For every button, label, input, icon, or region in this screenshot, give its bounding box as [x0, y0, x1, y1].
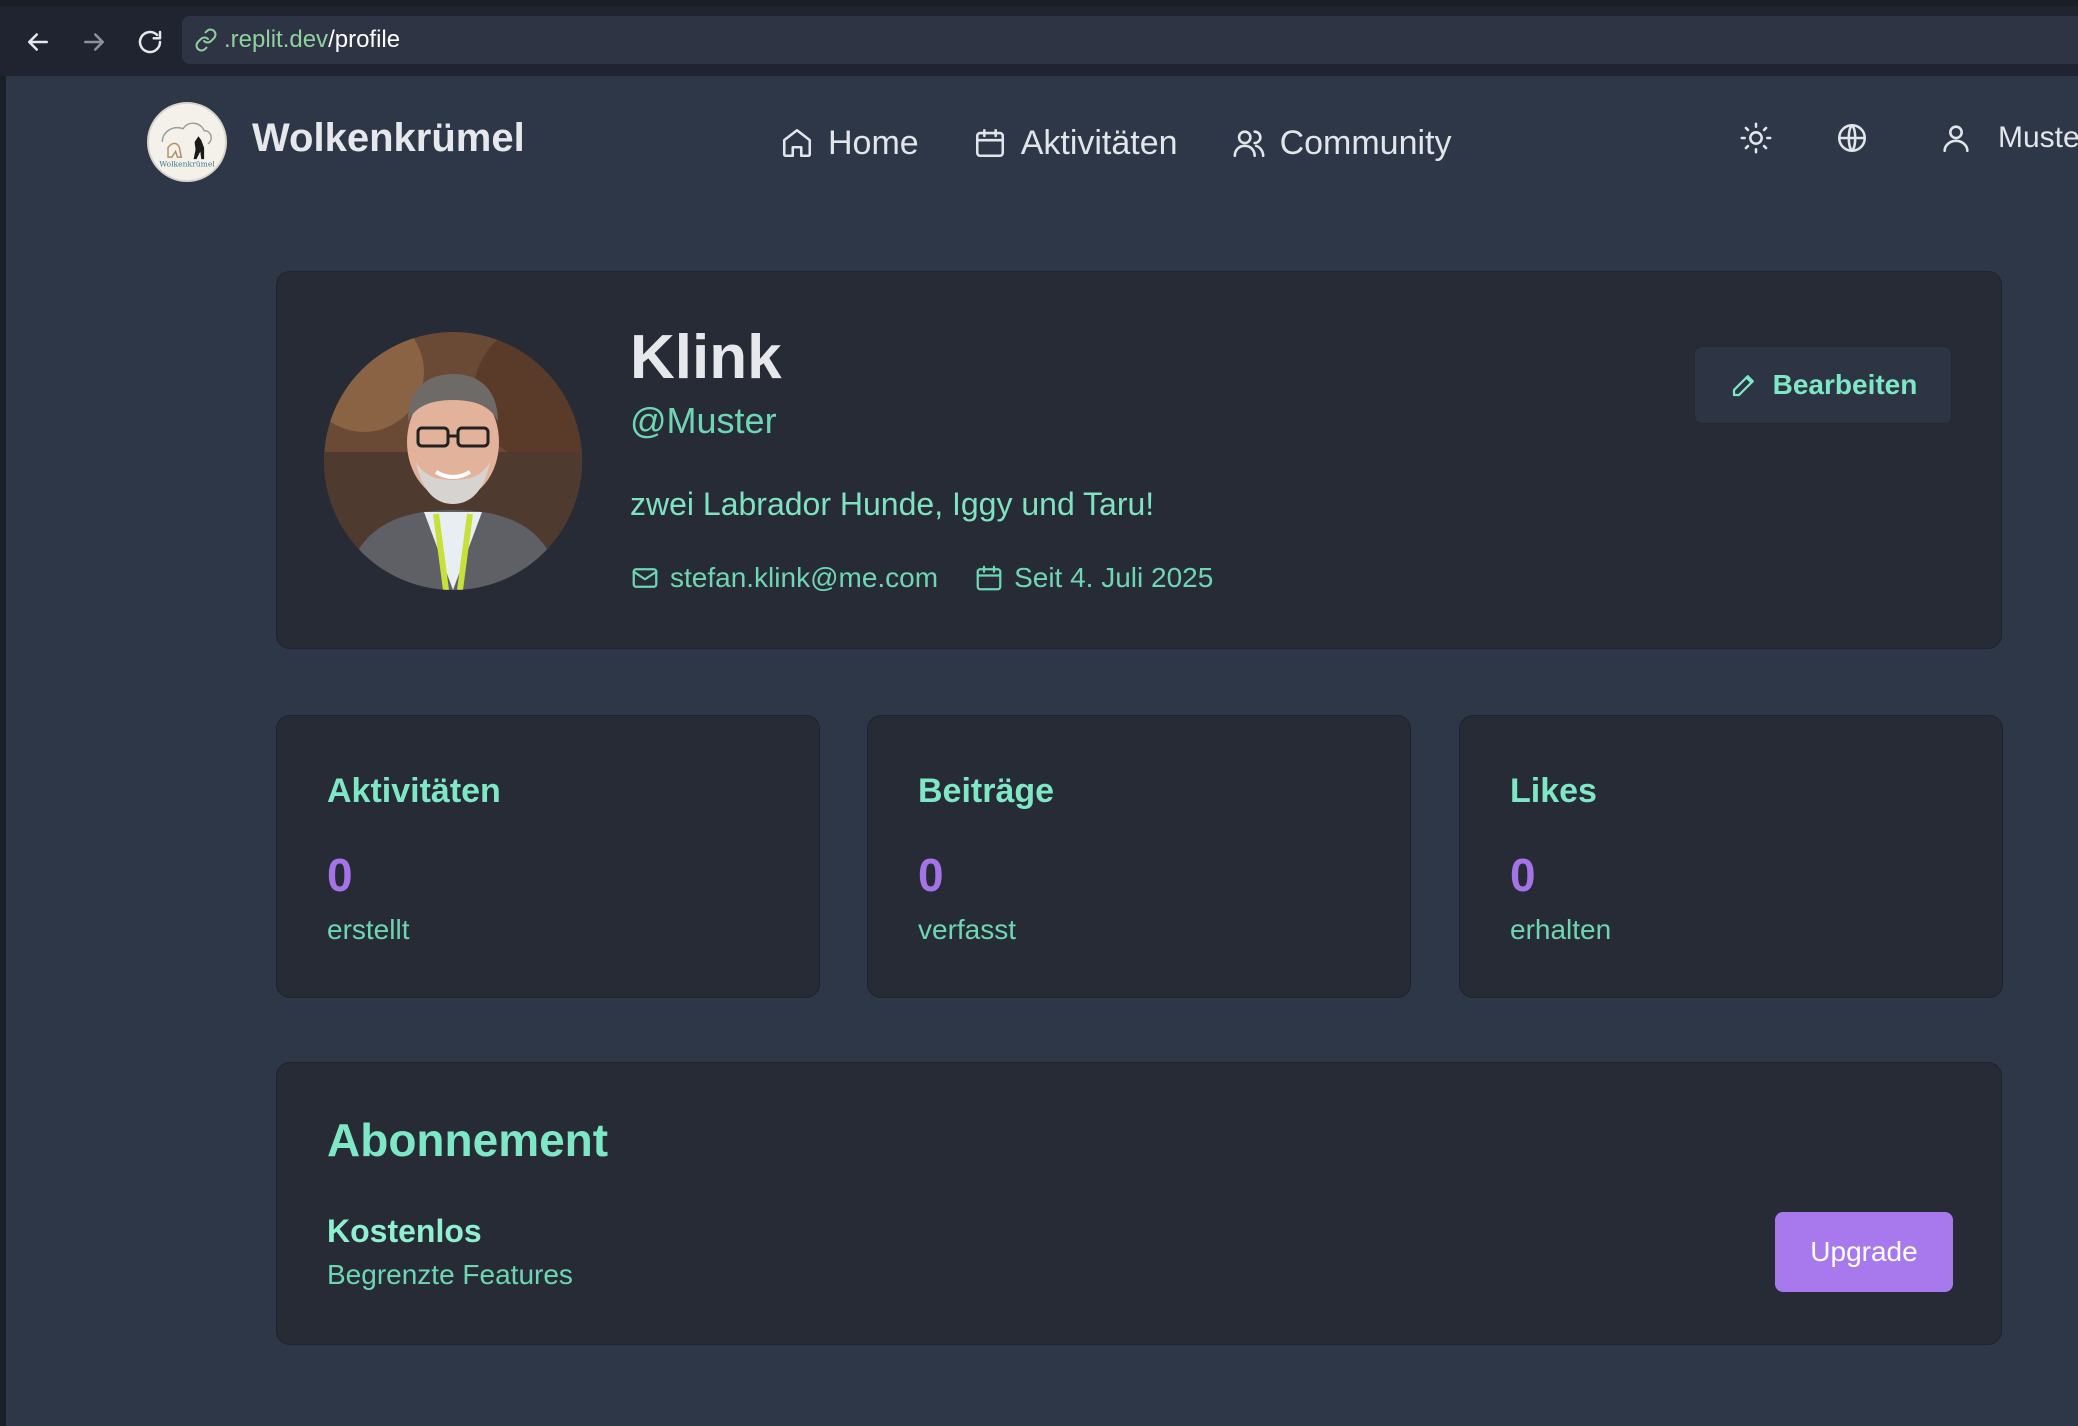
nav-item-community[interactable]: Community — [1232, 124, 1452, 163]
forward-icon[interactable] — [74, 22, 114, 62]
stat-title: Beiträge — [918, 772, 1055, 810]
reload-icon[interactable] — [130, 22, 170, 62]
profile-bio: zwei Labrador Hunde, Iggy und Taru! — [630, 486, 1155, 522]
nav-item-label: Community — [1279, 123, 1452, 162]
profile-email[interactable]: stefan.klink@me.com — [630, 562, 938, 594]
upgrade-button[interactable]: Upgrade — [1775, 1212, 1953, 1292]
browser-tab-strip — [0, 0, 2078, 6]
stat-card-likes: Likes 0 erhalten — [1459, 715, 2003, 998]
nav-item-label: Home — [828, 123, 919, 162]
url-path: /profile — [328, 26, 401, 53]
stat-title: Aktivitäten — [327, 772, 501, 810]
nav-item-home[interactable]: Home — [780, 124, 919, 163]
plan-name: Kostenlos — [327, 1213, 482, 1249]
subscription-card: Abonnement Kostenlos Begrenzte Features … — [276, 1062, 2002, 1345]
stat-card-beitraege: Beiträge 0 verfasst — [867, 715, 1411, 998]
calendar-icon — [976, 565, 1002, 591]
stat-value: 0 — [918, 849, 944, 901]
address-bar[interactable]: .replit.dev/profile — [182, 16, 2078, 64]
theme-toggle-sun-icon[interactable] — [1738, 120, 1774, 156]
stat-value: 0 — [1510, 849, 1536, 901]
browser-toolbar: .replit.dev/profile — [0, 0, 2078, 76]
stat-subtitle: erstellt — [327, 914, 410, 945]
email-text: stefan.klink@me.com — [670, 562, 939, 593]
stat-title: Likes — [1510, 772, 1597, 810]
logo-image: Wolkenkrümel — [149, 104, 225, 180]
subscription-title: Abonnement — [327, 1114, 609, 1166]
user-menu-label[interactable]: Muste — [1998, 121, 2078, 155]
stat-value: 0 — [327, 849, 353, 901]
link-icon — [194, 28, 218, 52]
language-globe-icon[interactable] — [1834, 120, 1870, 156]
stat-subtitle: verfasst — [918, 914, 1017, 945]
nav-item-aktivitaeten[interactable]: Aktivitäten — [973, 124, 1178, 163]
profile-join-date: Seit 4. Juli 2025 — [974, 562, 1213, 594]
edit-profile-button[interactable]: Bearbeiten — [1694, 346, 1952, 424]
stat-card-aktivitaeten: Aktivitäten 0 erstellt — [276, 715, 820, 998]
back-icon[interactable] — [18, 22, 58, 62]
mail-icon — [632, 568, 658, 588]
brand-logo[interactable]: Wolkenkrümel — [147, 102, 227, 182]
stat-subtitle: erhalten — [1510, 914, 1612, 945]
pencil-icon — [1732, 375, 1754, 397]
join-date-text: Seit 4. Juli 2025 — [1014, 562, 1214, 593]
main-navigation: Home Aktivitäten Community — [780, 118, 1506, 168]
users-icon — [1233, 130, 1265, 158]
profile-meta: stefan.klink@me.com Seit 4. Juli 2025 — [630, 562, 1249, 594]
user-icon[interactable] — [1938, 120, 1974, 156]
profile-handle: @Muster — [630, 400, 777, 441]
header-actions: Muste — [1738, 120, 2078, 156]
profile-avatar — [324, 332, 582, 590]
home-icon — [782, 128, 812, 158]
logo-text: Wolkenkrümel — [159, 160, 215, 169]
profile-name: Klink — [630, 323, 782, 392]
calendar-icon — [975, 128, 1004, 158]
plan-description: Begrenzte Features — [327, 1259, 573, 1290]
nav-item-label: Aktivitäten — [1020, 123, 1178, 162]
edit-button-label: Bearbeiten — [1772, 369, 1918, 400]
brand-name[interactable]: Wolkenkrümel — [252, 116, 525, 161]
url-host: .replit.dev — [224, 26, 329, 53]
